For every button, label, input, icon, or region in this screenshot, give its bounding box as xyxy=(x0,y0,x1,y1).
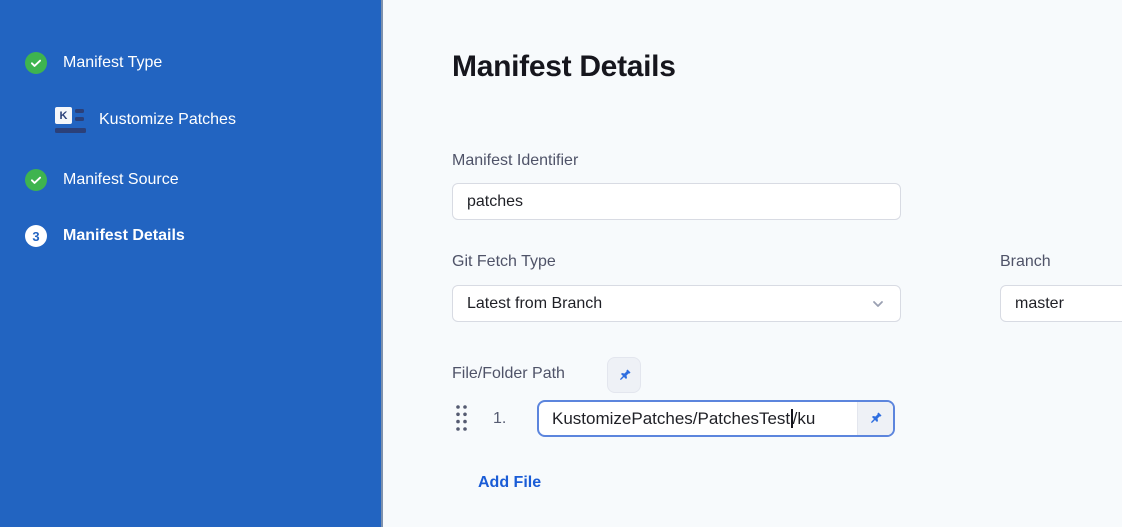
path-row-index: 1. xyxy=(493,410,506,428)
check-circle-icon xyxy=(25,169,47,191)
manifest-identifier-label: Manifest Identifier xyxy=(452,151,578,170)
git-fetch-type-label: Git Fetch Type xyxy=(452,252,556,271)
step-label: Manifest Source xyxy=(63,172,179,188)
manifest-identifier-input[interactable] xyxy=(452,183,901,220)
chevron-down-icon xyxy=(870,296,886,312)
page-title: Manifest Details xyxy=(452,50,676,84)
step-label: Manifest Type xyxy=(63,55,162,71)
kustomize-icon: K xyxy=(55,104,86,135)
path-value-before-cursor: KustomizePatches/PatchesTest xyxy=(552,409,790,429)
drag-handle-icon[interactable] xyxy=(454,403,469,438)
pin-icon xyxy=(863,406,887,430)
wizard-sidebar: Manifest Type K Kustomize Patches Manife… xyxy=(0,0,383,527)
pin-icon xyxy=(612,363,636,387)
git-fetch-type-value: Latest from Branch xyxy=(467,295,602,313)
path-runtime-input-pin-button[interactable] xyxy=(857,402,893,435)
path-value-after-cursor: /ku xyxy=(793,409,816,429)
sidebar-step-manifest-type[interactable]: Manifest Type xyxy=(25,52,162,74)
manifest-wizard: Manifest Type K Kustomize Patches Manife… xyxy=(0,0,1122,527)
step-number-badge: 3 xyxy=(25,225,47,247)
file-folder-path-label: File/Folder Path xyxy=(452,364,565,383)
sidebar-substep-kustomize-patches[interactable]: K Kustomize Patches xyxy=(55,104,236,135)
path-input[interactable]: KustomizePatches/PatchesTest/ku xyxy=(539,402,857,435)
git-fetch-type-select[interactable]: Latest from Branch xyxy=(452,285,901,322)
path-input-group: KustomizePatches/PatchesTest/ku xyxy=(537,400,895,437)
sidebar-step-manifest-details[interactable]: 3 Manifest Details xyxy=(25,225,185,247)
branch-input[interactable] xyxy=(1000,285,1122,322)
manifest-details-panel: Manifest Details Manifest Identifier Git… xyxy=(385,0,1122,527)
check-circle-icon xyxy=(25,52,47,74)
sidebar-step-manifest-source[interactable]: Manifest Source xyxy=(25,169,179,191)
substep-label: Kustomize Patches xyxy=(99,112,236,128)
step-label: Manifest Details xyxy=(63,228,185,244)
add-file-button[interactable]: Add File xyxy=(478,474,541,492)
runtime-input-pin-button[interactable] xyxy=(607,357,641,393)
branch-label: Branch xyxy=(1000,252,1051,271)
